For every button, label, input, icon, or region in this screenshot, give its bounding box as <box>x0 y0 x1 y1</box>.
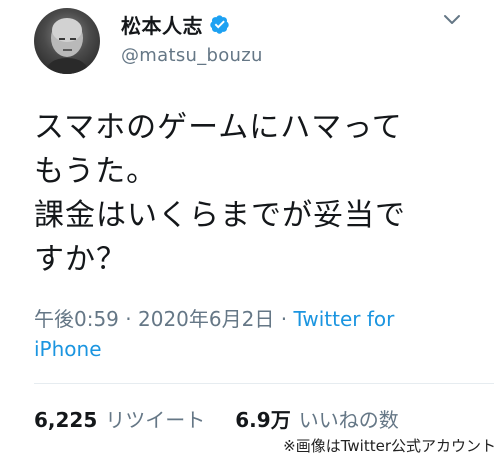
tweet-date[interactable]: 2020年6月2日 <box>138 307 274 331</box>
tweet-time[interactable]: 午後0:59 <box>34 307 119 331</box>
retweet-stat[interactable]: 6,225 リツイート <box>34 404 205 433</box>
retweet-count: 6,225 <box>34 408 98 432</box>
name-row: 松本人志 <box>121 10 230 38</box>
tweet-meta: 午後0:59 · 2020年6月2日 · Twitter for iPhone <box>34 304 454 364</box>
chevron-down-icon[interactable] <box>442 12 462 28</box>
tweet-card: 松本人志 @matsu_bouzu スマホのゲームにハマって もうた。 課金はい… <box>0 0 500 460</box>
divider <box>34 383 494 384</box>
tweet-stats: 6,225 リツイート 6.9万 いいねの数 <box>34 404 429 433</box>
display-name[interactable]: 松本人志 <box>121 10 203 39</box>
like-label: いいねの数 <box>298 408 399 432</box>
avatar-photo <box>44 18 90 74</box>
avatar[interactable] <box>34 8 100 74</box>
meta-separator: · <box>118 307 138 331</box>
like-stat[interactable]: 6.9万 いいねの数 <box>235 404 398 433</box>
meta-separator: · <box>274 307 294 331</box>
tweet-text: スマホのゲームにハマって もうた。 課金はいくらまでが妥当で すか？ <box>34 110 406 277</box>
image-credit: ※画像はTwitter公式アカウント <box>283 435 496 456</box>
user-handle[interactable]: @matsu_bouzu <box>121 45 263 66</box>
verified-badge-icon <box>209 14 230 35</box>
retweet-label: リツイート <box>105 408 206 432</box>
like-count: 6.9万 <box>235 408 291 432</box>
